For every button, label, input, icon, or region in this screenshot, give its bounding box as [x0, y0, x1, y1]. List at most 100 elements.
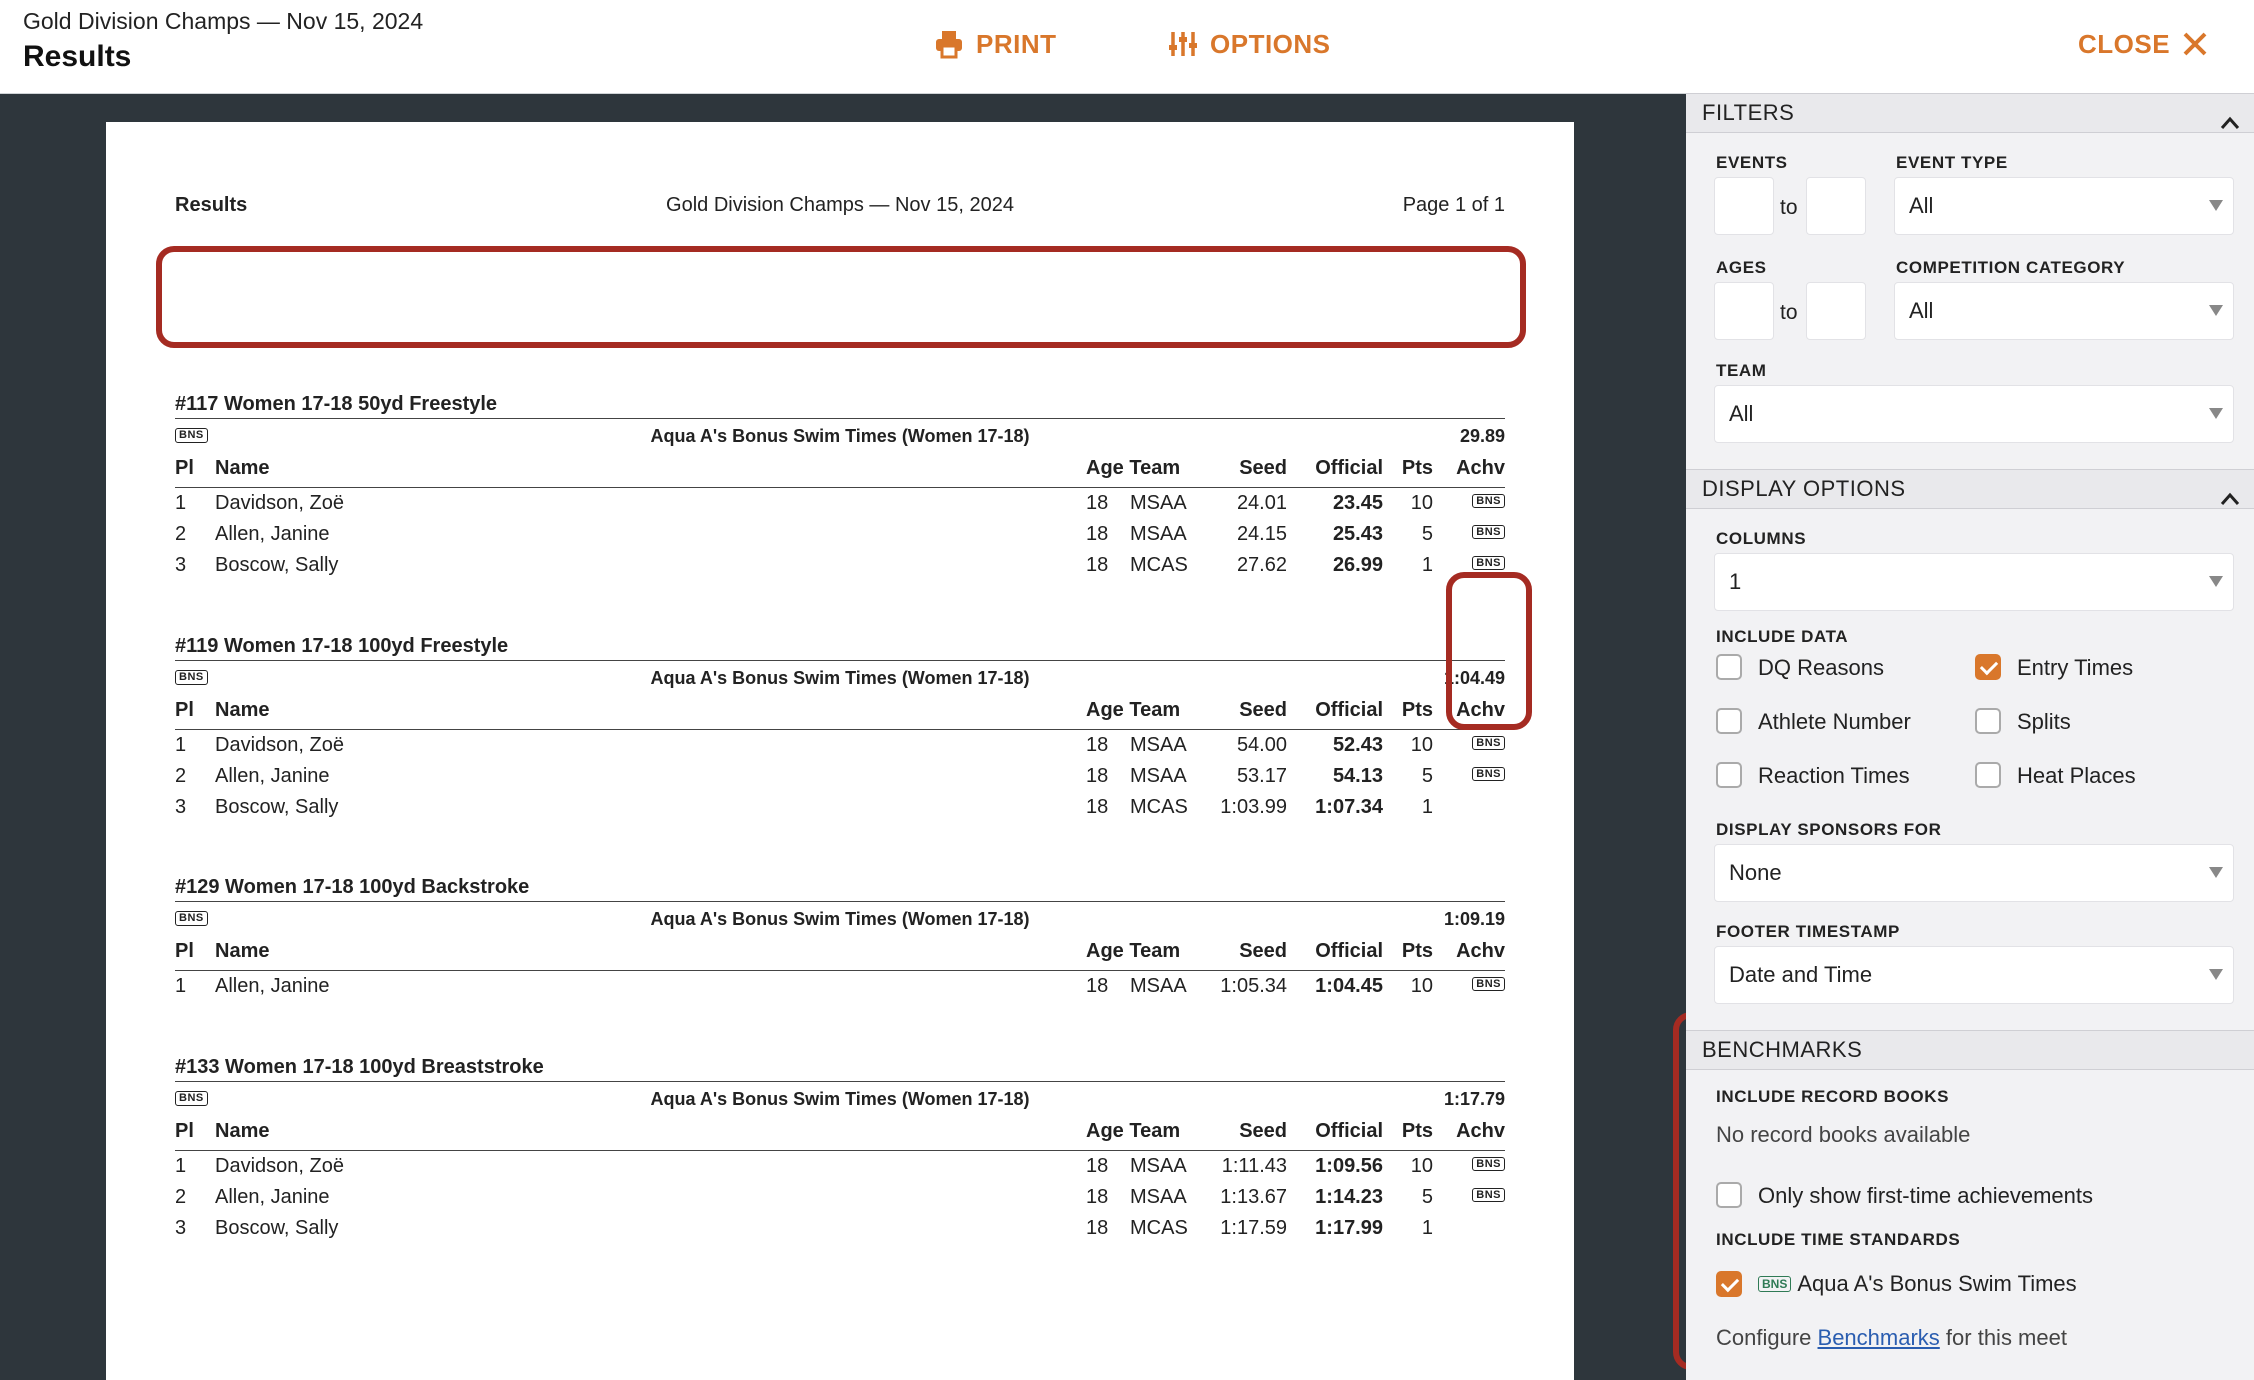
result-row: 2 Allen, Janine 18 MSAA 24.15 25.43 5 BNS: [175, 519, 1505, 550]
dropdown-arrow-icon: [2209, 305, 2223, 316]
team-select[interactable]: All: [1714, 385, 2234, 443]
place-cell: 1: [175, 975, 187, 997]
results-page: Results Gold Division Champs — Nov 15, 2…: [106, 122, 1574, 1380]
official-time-cell: 25.43: [1332, 523, 1383, 545]
configure-benchmarks-text: Configure Benchmarks for this meet: [1716, 1325, 2067, 1351]
time-standard-cut: 1:09.19: [1443, 909, 1505, 929]
columns-select[interactable]: 1: [1714, 553, 2234, 611]
athlete-name-cell: Davidson, Zoë: [215, 492, 344, 514]
entry-times-checkbox[interactable]: [1975, 654, 2001, 680]
dq-reasons-checkbox[interactable]: [1716, 654, 1742, 680]
athlete-name-cell: Davidson, Zoë: [215, 1155, 344, 1177]
configure-pre: Configure: [1716, 1325, 1812, 1350]
time-standard-name: Aqua A's Bonus Swim Times: [1797, 1271, 2077, 1296]
competition-category-select[interactable]: All: [1894, 282, 2234, 340]
points-cell: 10: [1410, 734, 1433, 756]
athlete-name-cell: Boscow, Sally: [215, 554, 339, 576]
event-block: #117 Women 17-18 50yd Freestyle BNS Aqua A…: [175, 390, 1505, 581]
display-options-section-header[interactable]: DISPLAY OPTIONS: [1686, 469, 2254, 509]
close-icon: [2182, 31, 2208, 57]
result-row: 1 Davidson, Zoë 18 MSAA 1:11.43 1:09.56 10 BNS: [175, 1151, 1505, 1182]
event-type-value: All: [1909, 193, 1934, 218]
age-cell: 18: [1086, 1217, 1109, 1239]
events-from-input[interactable]: [1714, 177, 1774, 235]
printer-icon: [934, 29, 964, 59]
configure-post: for this meet: [1945, 1325, 2067, 1350]
athlete-number-checkbox[interactable]: [1716, 708, 1742, 734]
time-standard-cut: 1:17.79: [1443, 1089, 1505, 1109]
time-standard-row: BNS Aqua A's Bonus Swim Times (Women 17-1…: [175, 660, 1505, 695]
display-sponsors-select[interactable]: None: [1714, 844, 2234, 902]
entry-times-label: Entry Times: [2017, 655, 2134, 680]
column-header-row: Pl Name Age Team Seed Official Pts Achv: [175, 1116, 1505, 1151]
result-row: 2 Allen, Janine 18 MSAA 53.17 54.13 5 BNS: [175, 761, 1505, 792]
col-age-team-header: Age Team: [1086, 1120, 1181, 1142]
filters-heading: FILTERS: [1702, 100, 1795, 125]
time-standard-checkbox[interactable]: [1716, 1271, 1742, 1297]
team-cell: MCAS: [1130, 796, 1188, 818]
achievement-badge-icon: BNS: [1472, 556, 1505, 570]
official-time-cell: 1:17.99: [1315, 1217, 1383, 1239]
footer-timestamp-select[interactable]: Date and Time: [1714, 946, 2234, 1004]
benchmarks-link[interactable]: Benchmarks: [1818, 1325, 1940, 1350]
col-name-header: Name: [215, 699, 270, 721]
athlete-number-label: Athlete Number: [1758, 709, 1911, 734]
official-time-cell: 52.43: [1332, 734, 1383, 756]
splits-checkbox[interactable]: [1975, 708, 2001, 734]
official-time-cell: 1:04.45: [1315, 975, 1383, 997]
points-cell: 10: [1410, 1155, 1433, 1177]
place-cell: 1: [175, 734, 187, 756]
seed-cell: 1:13.67: [1220, 1186, 1287, 1208]
options-label: OPTIONS: [1210, 28, 1331, 59]
benchmarks-section-header[interactable]: BENCHMARKS: [1686, 1030, 2254, 1070]
col-pl-header: Pl: [175, 1120, 194, 1142]
points-cell: 5: [1421, 1186, 1433, 1208]
col-pts-header: Pts: [1401, 940, 1433, 962]
include-record-books-label: INCLUDE RECORD BOOKS: [1716, 1087, 1950, 1106]
points-cell: 1: [1421, 796, 1433, 818]
first-time-achievements-checkbox[interactable]: [1716, 1182, 1742, 1208]
col-seed-header: Seed: [1239, 699, 1287, 721]
seed-cell: 24.15: [1236, 523, 1287, 545]
options-button[interactable]: OPTIONS: [1168, 26, 1331, 62]
col-seed-header: Seed: [1239, 457, 1287, 479]
official-time-cell: 54.13: [1332, 765, 1383, 787]
ages-from-input[interactable]: [1714, 282, 1774, 340]
official-time-cell: 26.99: [1332, 554, 1383, 576]
event-block: #129 Women 17-18 100yd Backstroke BNS Aqua…: [175, 873, 1505, 1002]
age-cell: 18: [1086, 1155, 1109, 1177]
result-row: 3 Boscow, Sally 18 MCAS 1:17.59 1:17.99 1: [175, 1213, 1505, 1244]
official-time-cell: 1:07.34: [1315, 796, 1383, 818]
page-title: Results: [23, 40, 132, 73]
column-header-row: Pl Name Age Team Seed Official Pts Achv: [175, 453, 1505, 488]
achievement-badge-icon: BNS: [1472, 767, 1505, 781]
events-to-input[interactable]: [1806, 177, 1866, 235]
points-cell: 1: [1421, 1217, 1433, 1239]
col-pts-header: Pts: [1401, 699, 1433, 721]
event-type-label: EVENT TYPE: [1896, 153, 2008, 172]
age-cell: 18: [1086, 975, 1109, 997]
filters-section-header[interactable]: FILTERS: [1686, 93, 2254, 133]
competition-category-label: COMPETITION CATEGORY: [1896, 258, 2126, 277]
col-pl-header: Pl: [175, 940, 194, 962]
event-type-select[interactable]: All: [1894, 177, 2234, 235]
heat-places-label: Heat Places: [2017, 763, 2136, 788]
age-cell: 18: [1086, 765, 1109, 787]
athlete-name-cell: Davidson, Zoë: [215, 734, 344, 756]
heat-places-checkbox[interactable]: [1975, 762, 2001, 788]
points-cell: 5: [1421, 523, 1433, 545]
print-label: PRINT: [976, 28, 1057, 59]
chevron-up-icon: [2220, 480, 2240, 518]
doc-header-center: Gold Division Champs — Nov 15, 2024: [666, 194, 1014, 216]
close-button[interactable]: CLOSE: [2078, 26, 2208, 62]
document-header: Results Gold Division Champs — Nov 15, 2…: [175, 194, 1505, 222]
result-row: 3 Boscow, Sally 18 MCAS 27.62 26.99 1 BNS: [175, 550, 1505, 581]
reaction-times-checkbox[interactable]: [1716, 762, 1742, 788]
result-row: 3 Boscow, Sally 18 MCAS 1:03.99 1:07.34 1: [175, 792, 1505, 823]
ages-to-input[interactable]: [1806, 282, 1866, 340]
event-title: #133 Women 17-18 100yd Breaststroke: [175, 1056, 544, 1078]
col-age-team-header: Age Team: [1086, 457, 1181, 479]
print-button[interactable]: PRINT: [934, 26, 1057, 62]
event-title: #117 Women 17-18 50yd Freestyle: [175, 393, 498, 415]
ages-to-label: to: [1780, 301, 1798, 324]
